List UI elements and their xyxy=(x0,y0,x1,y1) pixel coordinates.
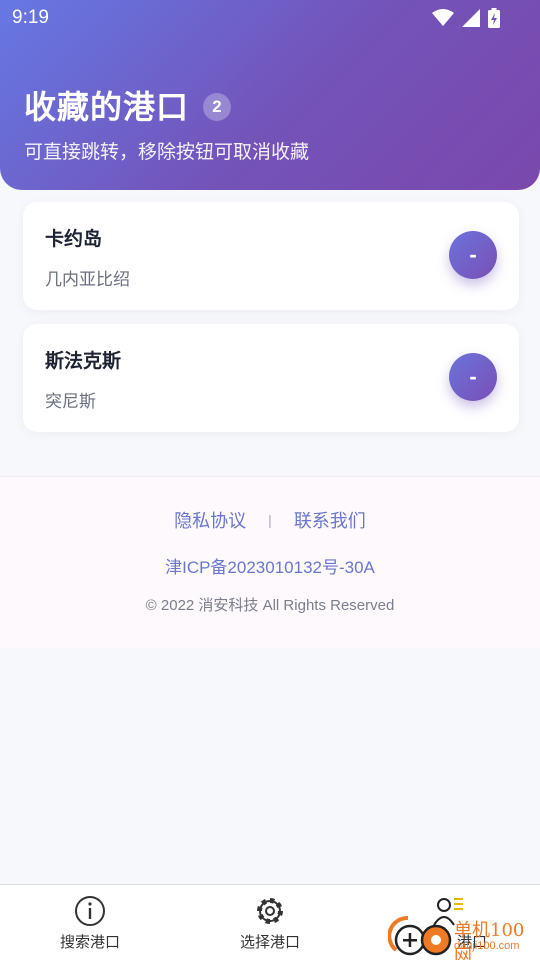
contact-link[interactable]: 联系我们 xyxy=(294,507,366,533)
watermark-text: 单机100网 xyxy=(454,920,525,960)
page-title: 收藏的港口 xyxy=(24,89,190,125)
gear-icon xyxy=(257,898,283,924)
status-bar: 9:19 xyxy=(0,0,540,36)
privacy-link[interactable]: 隐私协议 xyxy=(174,507,246,533)
info-icon xyxy=(75,896,105,926)
status-time: 9:19 xyxy=(12,7,49,28)
remove-favorite-button[interactable]: - xyxy=(449,353,497,401)
watermark-url: danji100.com xyxy=(454,940,520,952)
footer-separator: | xyxy=(268,512,272,528)
status-icons xyxy=(432,8,500,28)
battery-icon xyxy=(488,8,500,28)
title-row: 收藏的港口 2 xyxy=(24,82,232,128)
icp-link[interactable]: 津ICP备2023010132号-30A xyxy=(0,553,540,578)
nav-label: 搜索港口 xyxy=(59,934,120,951)
nav-search-port[interactable]: 搜索港口 xyxy=(0,895,180,952)
port-name: 卡约岛 xyxy=(45,229,103,250)
port-country: 突尼斯 xyxy=(45,392,96,411)
watermark: 单机100网 danji100.com xyxy=(387,906,540,960)
port-name: 斯法克斯 xyxy=(45,351,122,372)
wifi-icon xyxy=(432,9,454,26)
signal-icon xyxy=(462,9,480,27)
count-badge: 2 xyxy=(203,93,232,121)
copyright-text: © 2022 消安科技 All Rights Reserved xyxy=(145,597,395,614)
header: 9:19 收藏的港口 2 可直接跳转，移除按钮可取消收藏 xyxy=(0,0,540,190)
port-country: 几内亚比绍 xyxy=(45,270,130,289)
nav-label: 选择港口 xyxy=(239,934,300,951)
footer-links: 隐私协议 | 联系我们 xyxy=(0,507,540,533)
nav-select-port[interactable]: 选择港口 xyxy=(180,895,360,952)
remove-favorite-button[interactable]: - xyxy=(449,231,497,279)
page-subtitle: 可直接跳转，移除按钮可取消收藏 xyxy=(24,142,310,163)
favorite-port-card[interactable]: 斯法克斯 突尼斯 - xyxy=(23,324,519,432)
footer: 隐私协议 | 联系我们 津ICP备2023010132号-30A © 2022 … xyxy=(0,476,540,648)
favorite-port-card[interactable]: 卡约岛 几内亚比绍 - xyxy=(23,202,519,310)
watermark-logo-icon xyxy=(387,915,452,956)
